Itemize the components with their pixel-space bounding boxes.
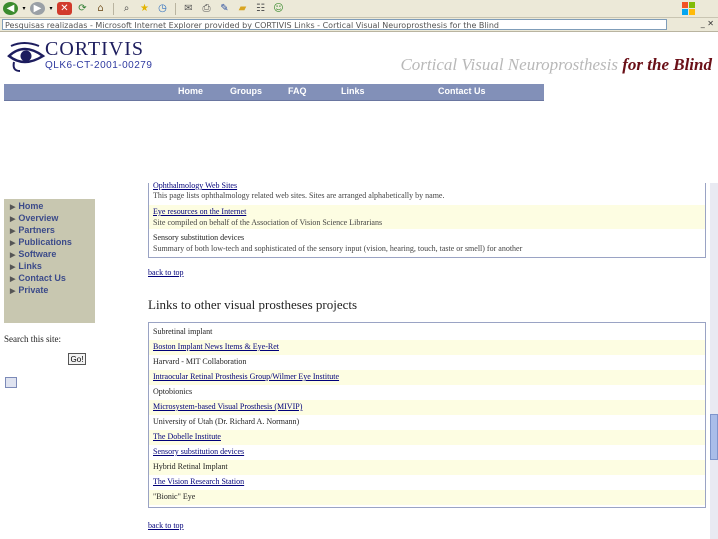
messenger-icon[interactable]: ☺ [271, 2, 286, 15]
list-item-link[interactable]: Microsystem-based Visual Prosthesis (MIV… [153, 402, 302, 411]
back-to-top-link[interactable]: back to top [148, 521, 184, 530]
search-icon[interactable]: ⌕ [119, 2, 134, 15]
list-item-title: "Bionic" Eye [153, 492, 196, 501]
links-list-prostheses: Subretinal implant Boston Implant News I… [148, 322, 706, 508]
list-item-link[interactable]: Eye resources on the Internet [153, 207, 246, 216]
list-item-link[interactable]: Ophthalmology Web Sites [153, 181, 237, 190]
back-icon[interactable]: ◀ [3, 2, 18, 15]
list-item: Subretinal implant [149, 325, 705, 340]
list-item: Harvard - MIT Collaboration [149, 355, 705, 370]
sidebar-item-contact-us[interactable]: ▶ Contact Us [10, 273, 66, 283]
list-item: Boston Implant News Items & Eye-Ret [149, 340, 705, 355]
list-item-title: Hybrid Retinal Implant [153, 462, 228, 471]
go-button[interactable]: Go! [68, 353, 86, 365]
topnav-faq[interactable]: FAQ [288, 86, 307, 96]
back-to-top-link[interactable]: back to top [148, 268, 184, 277]
list-item-link[interactable]: Sensory substitution devices [153, 447, 244, 456]
sidebar-item-private[interactable]: ▶ Private [10, 285, 48, 295]
arrow-right-icon: ▶ [10, 252, 16, 259]
list-item: The Dobelle Institute [149, 430, 705, 445]
topnav-home[interactable]: Home [178, 86, 203, 96]
list-item-link[interactable]: Intraocular Retinal Prosthesis Group/Wil… [153, 372, 339, 381]
list-item-link[interactable]: The Vision Research Station [153, 477, 244, 486]
list-item: Optobionics [149, 385, 705, 400]
sidebar-item-software[interactable]: ▶ Software [10, 249, 56, 259]
list-item-title: University of Utah (Dr. Richard A. Norma… [153, 417, 300, 426]
search-site-label: Search this site: [4, 334, 61, 344]
toolbar-separator [175, 2, 176, 15]
links-list-ophthalmology: Ophthalmology Web Sites This page lists … [148, 181, 706, 258]
arrow-right-icon: ▶ [10, 228, 16, 235]
site-tagline: Cortical Visual Neuroprosthesis for the … [400, 55, 712, 75]
folder-icon[interactable]: ▰ [235, 2, 250, 15]
history-icon[interactable]: ◷ [155, 2, 170, 15]
windows-logo-icon [682, 2, 695, 15]
arrow-right-icon: ▶ [10, 216, 16, 223]
top-navigation: Home Groups FAQ Links Contact Us [4, 84, 544, 101]
logo-code: QLK6-CT-2001-00279 [45, 60, 153, 71]
discuss-icon[interactable]: ☷ [253, 2, 268, 15]
list-item-title: Harvard - MIT Collaboration [153, 357, 247, 366]
list-item: Eye resources on the Internet Site compi… [149, 205, 705, 229]
arrow-right-icon: ▶ [10, 288, 16, 295]
sidebar-item-home[interactable]: ▶ Home [10, 201, 43, 211]
list-item: Sensory substitution devices Summary of … [149, 231, 705, 255]
topnav-links[interactable]: Links [341, 86, 365, 96]
logo-title: CORTIVIS [45, 38, 145, 60]
sidebar-item-publications[interactable]: ▶ Publications [10, 237, 72, 247]
list-item: University of Utah (Dr. Richard A. Norma… [149, 415, 705, 430]
list-item-title: Subretinal implant [153, 327, 213, 336]
list-item: Ophthalmology Web Sites This page lists … [149, 181, 705, 203]
arrow-right-icon: ▶ [10, 264, 16, 271]
toolbar-separator [113, 2, 114, 15]
list-item: "Bionic" Eye [149, 490, 705, 505]
arrow-right-icon: ▶ [10, 240, 16, 247]
list-item-desc: Summary of both low-tech and sophisticat… [153, 244, 523, 253]
list-item-title: Optobionics [153, 387, 193, 396]
arrow-right-icon: ▶ [10, 204, 16, 211]
forward-dropdown-icon[interactable]: ▾ [48, 2, 54, 15]
list-item-title: Sensory substitution devices [153, 233, 245, 242]
back-dropdown-icon[interactable]: ▾ [21, 2, 27, 15]
scrollbar-thumb[interactable] [710, 414, 718, 460]
page-scrollbar[interactable] [710, 183, 718, 539]
window-controls[interactable]: _ ✕ [701, 19, 714, 28]
small-image-icon[interactable] [5, 377, 17, 388]
edit-icon[interactable]: ✎ [217, 2, 232, 15]
mail-icon[interactable]: ✉ [181, 2, 196, 15]
refresh-icon[interactable]: ⟳ [75, 2, 90, 15]
print-icon[interactable]: ⎙ [199, 2, 214, 15]
tagline-part2: for the Blind [622, 55, 712, 74]
forward-icon[interactable]: ▶ [30, 2, 45, 15]
favorites-icon[interactable]: ★ [137, 2, 152, 15]
list-item: Intraocular Retinal Prosthesis Group/Wil… [149, 370, 705, 385]
list-item: Sensory substitution devices [149, 445, 705, 460]
arrow-right-icon: ▶ [10, 276, 16, 283]
list-item-link[interactable]: The Dobelle Institute [153, 432, 221, 441]
tagline-part1: Cortical Visual Neuroprosthesis [400, 55, 618, 74]
sidebar-item-overview[interactable]: ▶ Overview [10, 213, 58, 223]
list-item-link[interactable]: Boston Implant News Items & Eye-Ret [153, 342, 279, 351]
cortivis-eye-logo [7, 42, 46, 72]
address-bar-row: Pesquisas realizadas - Microsoft Interne… [0, 18, 718, 32]
topnav-contact-us[interactable]: Contact Us [438, 86, 486, 96]
topnav-groups[interactable]: Groups [230, 86, 262, 96]
list-item: Microsystem-based Visual Prosthesis (MIV… [149, 400, 705, 415]
list-item-desc: This page lists ophthalmology related we… [153, 191, 445, 200]
address-input[interactable]: Pesquisas realizadas - Microsoft Interne… [2, 19, 667, 30]
stop-icon[interactable]: ✕ [57, 2, 72, 15]
sidebar-item-partners[interactable]: ▶ Partners [10, 225, 55, 235]
sidebar-item-links[interactable]: ▶ Links [10, 261, 42, 271]
browser-toolbar: ◀ ▾ ▶ ▾ ✕ ⟳ ⌂ ⌕ ★ ◷ ✉ ⎙ ✎ ▰ ☷ ☺ [0, 0, 718, 18]
section-title: Links to other visual prostheses project… [148, 297, 358, 312]
list-item: Hybrid Retinal Implant [149, 460, 705, 475]
home-icon[interactable]: ⌂ [93, 2, 108, 15]
list-item-desc: Site compiled on behalf of the Associati… [153, 218, 383, 227]
list-item: The Vision Research Station [149, 475, 705, 490]
sidebar-menu: ▶ Home ▶ Overview ▶ Partners ▶ Publications … [4, 199, 95, 323]
